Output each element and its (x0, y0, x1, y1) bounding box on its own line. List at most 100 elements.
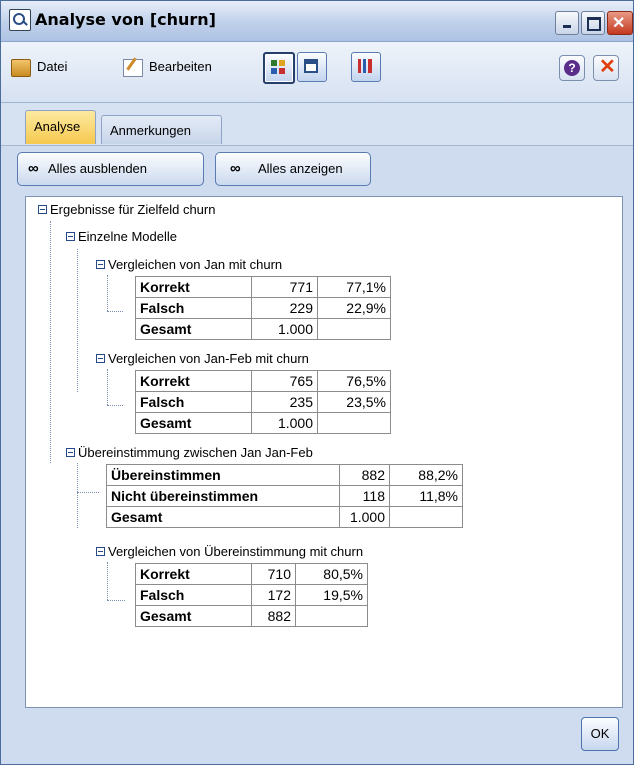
row-count: 118 (339, 485, 390, 507)
analysis-window: Analyse von [churn] ✕ Datei Bearbeiten ?… (0, 0, 634, 765)
table-row: Nicht übereinstimmen 118 11,8% (106, 485, 463, 507)
file-menu[interactable]: Datei (11, 56, 67, 78)
row-count: 771 (251, 276, 318, 298)
row-percent (389, 506, 463, 528)
row-count: 882 (339, 464, 390, 486)
row-count: 1.000 (339, 506, 390, 528)
row-count: 1.000 (251, 318, 318, 340)
collapse-toggle[interactable] (96, 547, 105, 556)
table-row: Gesamt 882 (135, 605, 368, 627)
expand-all-button[interactable]: ∞ Alles anzeigen (215, 152, 371, 186)
tree-node-individual-models: Einzelne Modelle (78, 229, 178, 244)
row-percent: 22,9% (317, 297, 391, 319)
results-tree: Ergebnisse für Zielfeld churn Einzelne M… (25, 196, 623, 708)
row-percent: 23,5% (317, 391, 391, 413)
tree-connector (77, 463, 78, 528)
file-icon (11, 58, 31, 77)
row-count: 882 (251, 605, 296, 627)
tree-connector (107, 311, 123, 312)
row-percent: 19,5% (295, 584, 368, 606)
row-label: Korrekt (135, 370, 252, 392)
tree-node-compare-jan: Vergleichen von Jan mit churn (108, 257, 283, 272)
table-row: Gesamt 1.000 (135, 412, 391, 434)
tree-node-agreement: Übereinstimmung zwischen Jan Jan-Feb (78, 445, 313, 460)
tree-connector (107, 369, 108, 405)
tree-connector (77, 249, 78, 392)
maximize-button[interactable] (581, 11, 605, 35)
row-label: Übereinstimmen (106, 464, 340, 486)
result-table-agreement-churn: Korrekt 710 80,5% Falsch 172 19,5% Gesamt 882 (135, 563, 368, 627)
help-icon: ? (564, 60, 580, 76)
row-count: 710 (251, 563, 296, 585)
title-bar: Analyse von [churn] ✕ (1, 1, 633, 42)
close-icon: ✕ (599, 56, 616, 78)
result-table-agreement: Übereinstimmen 882 88,2% Nicht übereinstim… (106, 464, 463, 528)
collapse-toggle[interactable] (96, 260, 105, 269)
table-row: Gesamt 1.000 (135, 318, 391, 340)
minimize-icon (563, 25, 571, 28)
row-label: Gesamt (135, 605, 252, 627)
row-percent: 77,1% (317, 276, 391, 298)
row-label: Falsch (135, 391, 252, 413)
table-row: Gesamt 1.000 (106, 506, 463, 528)
file-menu-label: Datei (37, 59, 68, 74)
tree-connector (107, 600, 125, 601)
maximize-icon (587, 17, 601, 31)
table-view-icon (271, 60, 285, 74)
row-label: Falsch (135, 297, 252, 319)
window-title: Analyse von [churn] (35, 10, 216, 29)
analysis-panel: ∞ Alles ausblenden ∞ Alles anzeigen Erge… (9, 146, 625, 764)
row-percent: 80,5% (295, 563, 368, 585)
expand-all-label: Alles anzeigen (258, 161, 343, 176)
row-label: Nicht übereinstimmen (106, 485, 340, 507)
help-button[interactable]: ? (559, 55, 585, 81)
table-row: Falsch 235 23,5% (135, 391, 391, 413)
close-output-button[interactable]: ✕ (593, 55, 619, 81)
print-button[interactable] (297, 52, 327, 82)
row-label: Korrekt (135, 563, 252, 585)
tab-anmerkungen[interactable]: Anmerkungen (101, 115, 222, 144)
result-table-jan: Korrekt 771 77,1% Falsch 229 22,9% Gesamt 1.0… (135, 276, 391, 340)
edit-menu[interactable]: Bearbeiten (123, 56, 212, 78)
table-row: Falsch 172 19,5% (135, 584, 368, 606)
close-icon: ✕ (612, 15, 626, 32)
tab-bar: Analyse Anmerkungen (1, 103, 633, 146)
minimize-button[interactable] (555, 11, 579, 35)
tab-analyse[interactable]: Analyse (25, 110, 96, 144)
row-count: 1.000 (251, 412, 318, 434)
ok-button[interactable]: OK (581, 717, 619, 751)
collapse-toggle[interactable] (66, 448, 75, 457)
tree-connector (107, 405, 123, 406)
tree-connector (50, 221, 51, 463)
magnifier-icon (9, 9, 31, 31)
tree-connector (107, 275, 108, 311)
expand-icon: ∞ (230, 160, 241, 177)
collapse-all-button[interactable]: ∞ Alles ausblenden (17, 152, 204, 186)
chart-export-icon (358, 59, 372, 73)
collapse-toggle[interactable] (66, 232, 75, 241)
table-row: Übereinstimmen 882 88,2% (106, 464, 463, 486)
table-row: Korrekt 765 76,5% (135, 370, 391, 392)
row-label: Gesamt (135, 412, 252, 434)
row-label: Gesamt (135, 318, 252, 340)
row-label: Korrekt (135, 276, 252, 298)
edit-icon (123, 58, 143, 77)
table-row: Falsch 229 22,9% (135, 297, 391, 319)
close-button[interactable]: ✕ (607, 11, 633, 35)
result-table-jan-feb: Korrekt 765 76,5% Falsch 235 23,5% Gesamt 1.0… (135, 370, 391, 434)
table-view-button[interactable] (263, 52, 295, 84)
collapse-toggle[interactable] (96, 354, 105, 363)
row-label: Falsch (135, 584, 252, 606)
collapse-toggle[interactable] (38, 205, 47, 214)
chart-export-button[interactable] (351, 52, 381, 82)
edit-menu-label: Bearbeiten (149, 59, 212, 74)
tree-node-compare-jan-feb: Vergleichen von Jan-Feb mit churn (108, 351, 309, 366)
table-row: Korrekt 771 77,1% (135, 276, 391, 298)
row-percent (295, 605, 368, 627)
tree-connector (107, 562, 108, 600)
row-count: 765 (251, 370, 318, 392)
print-icon (304, 59, 318, 73)
row-count: 235 (251, 391, 318, 413)
table-row: Korrekt 710 80,5% (135, 563, 368, 585)
row-percent: 11,8% (389, 485, 463, 507)
